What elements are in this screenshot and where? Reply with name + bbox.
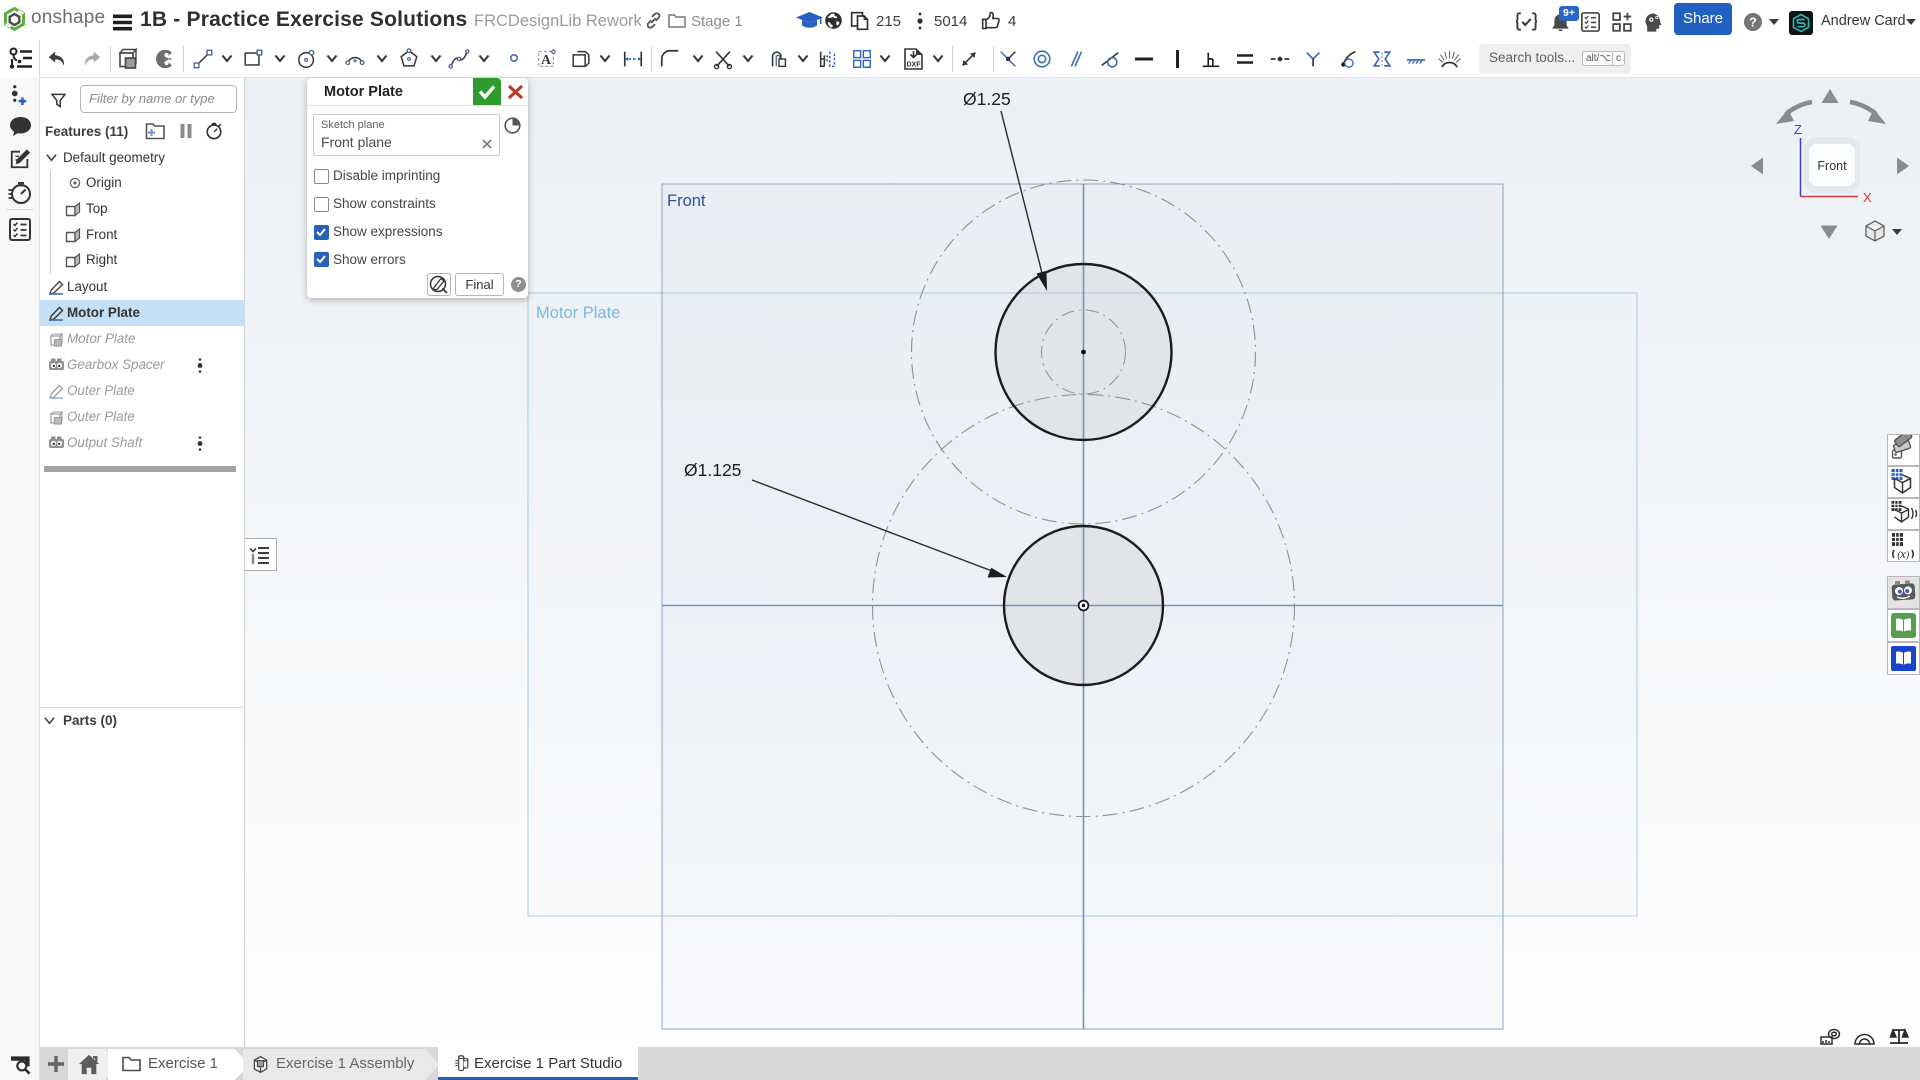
svg-text:X: X: [1863, 190, 1872, 205]
svg-text:Ø1.125: Ø1.125: [684, 460, 741, 480]
svg-text:Front: Front: [1817, 159, 1847, 173]
svg-text:Ø1.25: Ø1.25: [963, 89, 1011, 109]
svg-text:): ): [1905, 550, 1910, 560]
svg-text:DXF: DXF: [907, 62, 922, 69]
svg-text:Motor Plate: Motor Plate: [536, 304, 620, 322]
svg-text:Z: Z: [1794, 122, 1802, 137]
svg-text:Front: Front: [667, 192, 706, 210]
svg-text:A: A: [541, 52, 551, 67]
svg-text:?: ?: [1749, 15, 1757, 29]
